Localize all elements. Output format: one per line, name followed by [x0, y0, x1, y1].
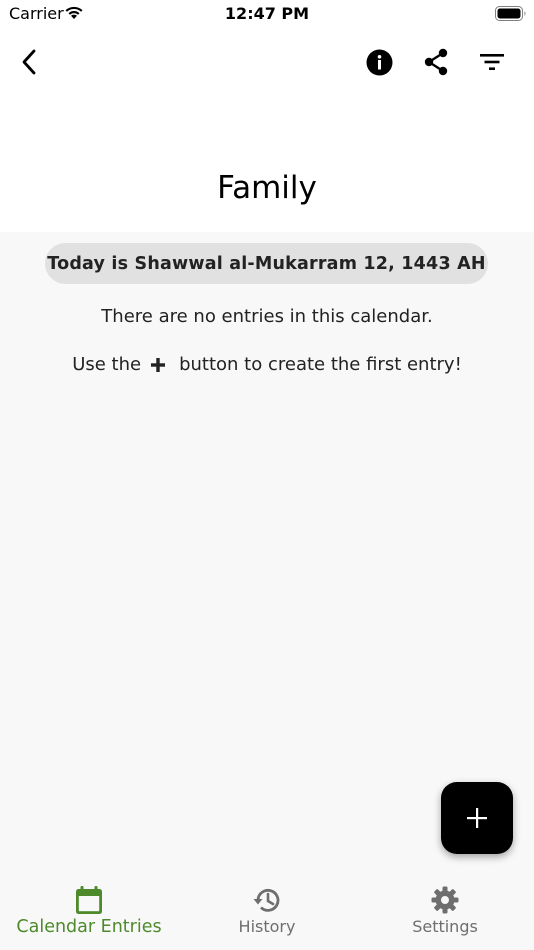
gear-icon — [431, 886, 459, 914]
status-bar: Carrier 12:47 PM — [0, 0, 534, 28]
hint-text-before: Use the — [72, 354, 142, 375]
back-button[interactable] — [11, 44, 47, 80]
empty-state-message: There are no entries in this calendar. — [101, 306, 433, 327]
share-button[interactable] — [418, 44, 454, 80]
bottom-tab-bar: Calendar Entries History Settings — [0, 876, 534, 950]
tab-history[interactable]: History — [178, 876, 356, 950]
tab-calendar-entries-label: Calendar Entries — [16, 917, 162, 937]
calendar-icon — [76, 886, 102, 914]
filter-button[interactable] — [474, 44, 510, 80]
tab-calendar-entries[interactable]: Calendar Entries — [0, 876, 178, 950]
plus-icon — [467, 808, 487, 828]
history-icon — [253, 888, 280, 912]
battery-icon — [495, 6, 526, 21]
today-date-badge: Today is Shawwal al-Mukarram 12, 1443 AH — [45, 243, 488, 284]
chevron-left-icon — [22, 49, 36, 75]
tab-settings[interactable]: Settings — [356, 876, 534, 950]
empty-state-hint: Use the button to create the first entry… — [0, 354, 534, 375]
tab-history-label: History — [238, 917, 296, 936]
info-icon — [366, 49, 392, 75]
filter-icon — [480, 54, 504, 70]
tab-settings-label: Settings — [412, 917, 478, 936]
share-icon — [424, 48, 448, 76]
plus-icon — [151, 357, 166, 372]
info-button[interactable] — [361, 44, 397, 80]
hint-text-after: button to create the first entry! — [179, 354, 462, 375]
add-entry-button[interactable] — [441, 782, 513, 854]
page-title: Family — [217, 170, 317, 206]
status-time: 12:47 PM — [224, 4, 310, 23]
